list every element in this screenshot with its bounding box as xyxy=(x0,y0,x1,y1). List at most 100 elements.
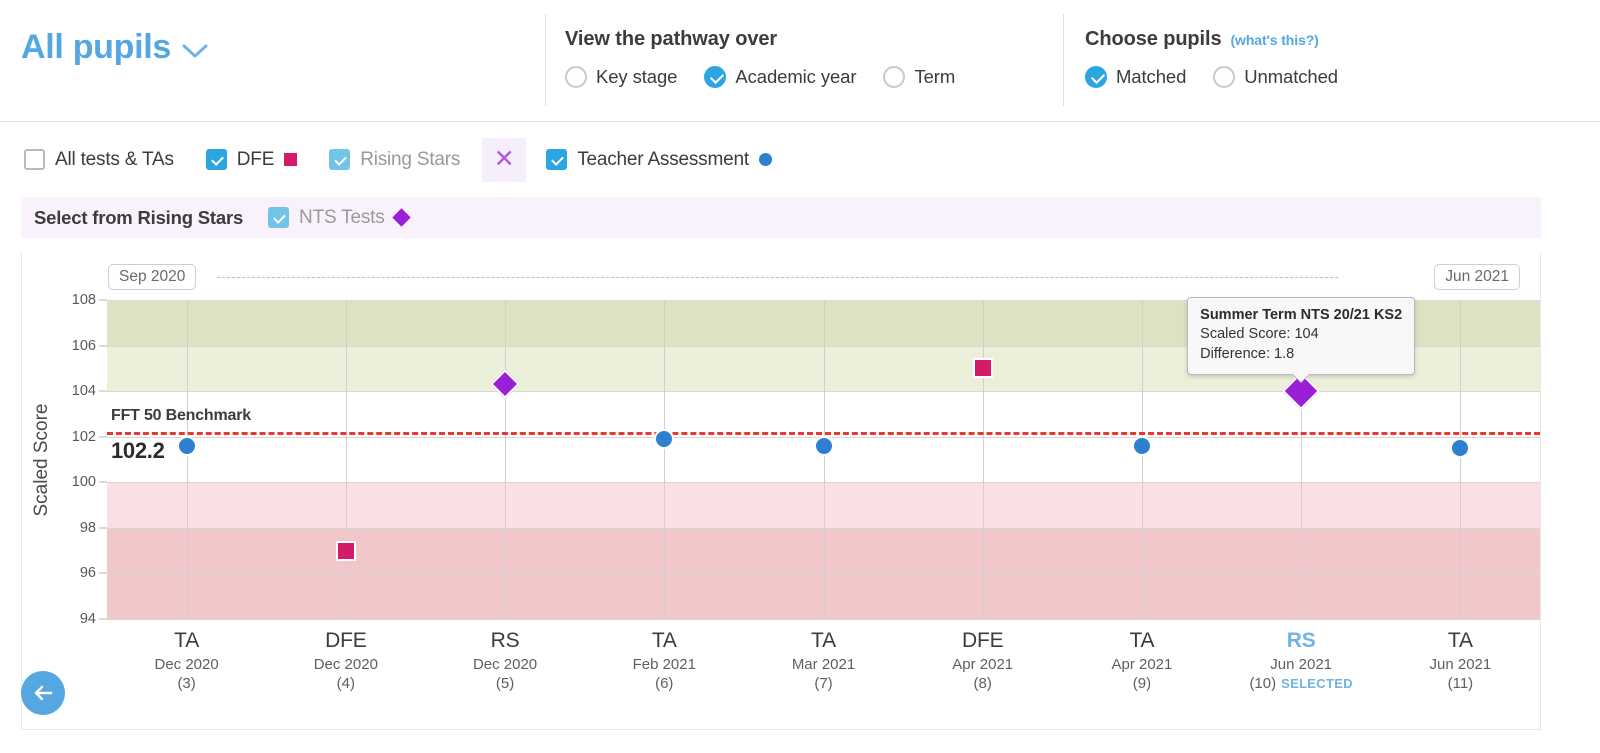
filter-dfe-label: DFE xyxy=(236,148,275,170)
filter-all-tests-and-tas[interactable]: All tests & TAs xyxy=(24,149,174,171)
square-marker-icon xyxy=(284,153,298,166)
x-label-index: (5) xyxy=(495,675,515,692)
radio-unmatched-label: Unmatched xyxy=(1244,66,1338,87)
radio-term[interactable]: Term xyxy=(883,66,955,88)
rising-stars-subfilter-bar: Select from Rising Stars NTS Tests xyxy=(21,197,1541,238)
checkbox-dfe[interactable] xyxy=(205,149,227,170)
x-label-date: Mar 2021 xyxy=(791,656,856,673)
filter-rising-stars[interactable]: Rising Stars xyxy=(329,149,460,171)
radio-term-label: Term xyxy=(914,66,956,87)
top-toolbar: All pupils View the pathway over Key sta… xyxy=(0,0,1600,122)
filter-rising-stars-group: Rising Stars ✕ xyxy=(329,137,546,182)
filter-dfe[interactable]: DFE xyxy=(205,148,298,171)
data-point-square[interactable] xyxy=(335,540,356,561)
x-label-date: Apr 2021 xyxy=(1111,656,1173,673)
filter-all-tests-and-tas-label: All tests & TAs xyxy=(55,148,174,170)
gridline-vertical xyxy=(982,300,984,619)
x-axis: TA Dec 2020 (3) DFE Dec 2020 (4) RS Dec 2020 (5)… xyxy=(107,619,1540,729)
x-label-date: Jun 2021 xyxy=(1429,656,1492,673)
x-label-date: Apr 2021 xyxy=(952,656,1014,673)
selected-tag: SELECTED xyxy=(1281,676,1353,691)
x-label-code: RS xyxy=(1286,629,1316,652)
remove-rising-stars-button[interactable]: ✕ xyxy=(482,137,527,182)
x-label-index: (10) SELECTED xyxy=(1249,675,1353,692)
benchmark-value: 102.2 xyxy=(111,438,165,464)
radio-academic-year[interactable]: Academic year xyxy=(704,66,857,88)
pathway-chart-page: All pupils View the pathway over Key sta… xyxy=(0,0,1600,753)
plot-area: FFT 50 Benchmark 102.2 Summer Term NTS 20/… xyxy=(107,297,1540,620)
arrow-left-icon xyxy=(34,685,53,701)
gridline-vertical xyxy=(823,300,825,619)
radio-unmatched-indicator[interactable] xyxy=(1213,66,1236,88)
y-axis-tick-mark xyxy=(99,345,107,347)
x-label-index: (6) xyxy=(655,675,674,692)
filter-nts-tests-label: NTS Tests xyxy=(299,206,385,228)
y-axis-tick-mark xyxy=(99,481,107,483)
radio-unmatched[interactable]: Unmatched xyxy=(1213,66,1338,88)
y-axis-tick-label: 96 xyxy=(79,565,96,582)
pathway-chart: Sep 2020 Jun 2021 Scaled Score 94 96 98 100… xyxy=(21,252,1541,730)
data-point-circle[interactable] xyxy=(654,428,675,449)
x-axis-label-column[interactable]: TA Dec 2020 (3) xyxy=(117,629,257,692)
filter-teacher-assessment-label: Teacher Assessment xyxy=(577,148,749,170)
y-axis-tick-label: 104 xyxy=(71,383,96,400)
data-point-circle[interactable] xyxy=(813,435,834,456)
pathway-title-text: View the pathway over xyxy=(565,28,778,50)
checkbox-all-tests-and-tas[interactable] xyxy=(24,149,45,170)
data-point-circle[interactable] xyxy=(1131,435,1152,456)
chevron-down-icon xyxy=(182,44,208,59)
y-axis: Scaled Score 94 96 98 100 102 104 106 108 xyxy=(22,292,107,627)
data-point-circle[interactable] xyxy=(176,435,197,456)
data-point-circle[interactable] xyxy=(1450,438,1471,459)
pathway-radio-group: Key stage Academic year Term xyxy=(565,66,955,88)
radio-academic-year-label: Academic year xyxy=(735,66,857,87)
filter-teacher-assessment[interactable]: Teacher Assessment xyxy=(546,149,772,171)
radio-matched[interactable]: Matched xyxy=(1085,66,1186,88)
y-axis-tick-mark xyxy=(99,436,107,438)
x-label-code: TA xyxy=(811,629,836,652)
filter-nts-tests[interactable]: NTS Tests xyxy=(268,206,411,229)
checkbox-teacher-assessment[interactable] xyxy=(546,149,568,170)
radio-matched-indicator[interactable] xyxy=(1085,66,1107,88)
checkbox-nts-tests[interactable] xyxy=(268,207,290,228)
range-start-pill: Sep 2020 xyxy=(108,264,197,290)
back-button[interactable] xyxy=(21,671,65,715)
x-label-index: (3) xyxy=(177,675,196,692)
x-label-date: Jun 2021 xyxy=(1270,656,1333,673)
radio-academic-year-indicator[interactable] xyxy=(704,66,727,88)
pathway-group-title: View the pathway over xyxy=(565,28,955,51)
close-icon: ✕ xyxy=(493,145,515,173)
gridline-vertical xyxy=(186,300,188,619)
filter-rising-stars-label: Rising Stars xyxy=(360,148,461,170)
x-label-date: Dec 2020 xyxy=(154,656,219,673)
x-label-code: TA xyxy=(651,629,677,652)
x-label-date: Dec 2020 xyxy=(472,656,538,673)
choose-pupils-title-text: Choose pupils xyxy=(1085,28,1222,50)
x-axis-label-column[interactable]: TA Mar 2021 (7) xyxy=(754,629,894,692)
date-range-dashed-line xyxy=(217,277,1338,278)
x-label-code: RS xyxy=(490,629,520,652)
x-axis-label-column[interactable]: DFE Apr 2021 (8) xyxy=(913,629,1053,692)
test-filter-row: All tests & TAs DFE Rising Stars ✕ Teach… xyxy=(0,122,1600,197)
x-label-index: (11) xyxy=(1447,675,1474,692)
y-axis-tick-mark xyxy=(99,618,107,620)
data-point-square[interactable] xyxy=(972,358,993,379)
divider-1 xyxy=(545,14,546,106)
x-label-date: Dec 2020 xyxy=(313,656,378,673)
x-label-index: (4) xyxy=(336,675,355,692)
x-axis-label-column[interactable]: TA Jun 2021 (11) xyxy=(1390,629,1530,692)
x-axis-label-column[interactable]: RS Dec 2020 (5) xyxy=(435,629,575,692)
radio-key-stage-indicator[interactable] xyxy=(565,66,587,88)
divider-2 xyxy=(1063,14,1064,106)
checkbox-rising-stars[interactable] xyxy=(329,149,351,170)
whats-this-link[interactable]: (what's this?) xyxy=(1230,32,1318,48)
x-label-code: DFE xyxy=(325,629,367,652)
x-axis-label-column[interactable]: TA Apr 2021 (9) xyxy=(1072,629,1212,692)
pupil-selector-dropdown[interactable]: All pupils xyxy=(21,28,208,67)
x-axis-label-column[interactable]: TA Feb 2021 (6) xyxy=(594,629,734,692)
radio-key-stage[interactable]: Key stage xyxy=(565,66,677,88)
radio-term-indicator[interactable] xyxy=(883,66,906,88)
gridline-vertical xyxy=(664,300,666,619)
x-axis-label-column[interactable]: RS Jun 2021 (10) SELECTED xyxy=(1231,629,1371,692)
x-axis-label-column[interactable]: DFE Dec 2020 (4) xyxy=(276,629,416,692)
